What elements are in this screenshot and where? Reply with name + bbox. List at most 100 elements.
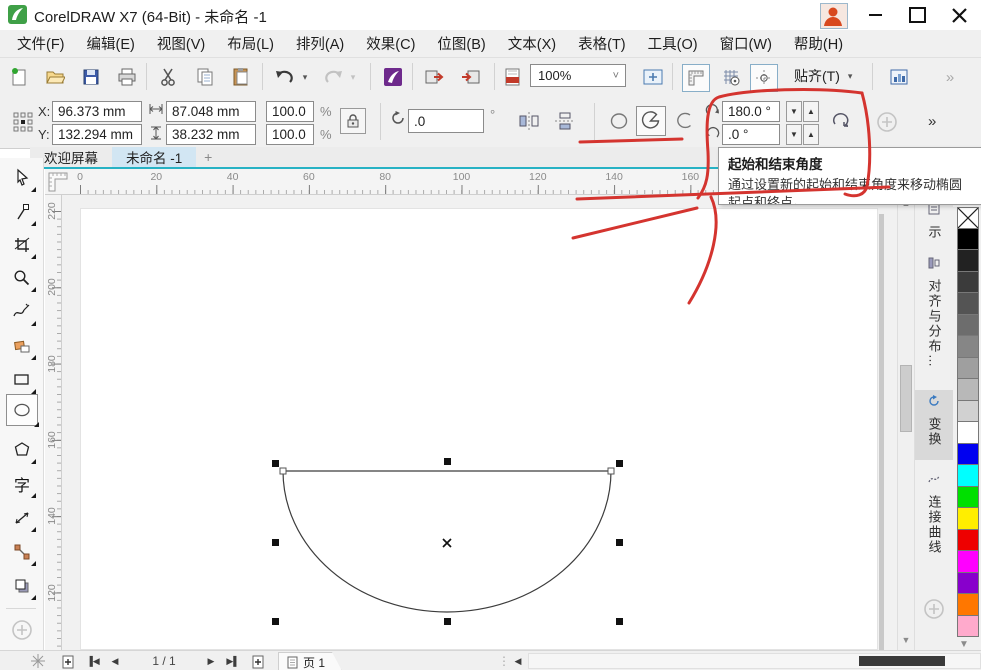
menu-item-12[interactable]: 帮助(H) bbox=[783, 30, 854, 57]
rotation-angle-input[interactable]: .0 bbox=[408, 109, 484, 133]
smart-fill-tool[interactable] bbox=[10, 334, 34, 358]
pie-mode-button[interactable] bbox=[636, 106, 666, 136]
end-angle-input[interactable]: .0 ° bbox=[722, 124, 780, 145]
color-swatch[interactable] bbox=[957, 444, 979, 466]
publish-pdf-button[interactable] bbox=[500, 64, 526, 90]
shape-node[interactable] bbox=[608, 468, 614, 474]
account-icon[interactable] bbox=[820, 3, 848, 29]
fit-page-button[interactable] bbox=[640, 64, 666, 90]
crop-tool[interactable] bbox=[10, 233, 34, 257]
snap-to-dropdown[interactable]: 贴齐(T) ▾ bbox=[788, 64, 858, 88]
horizontal-scrollbar[interactable] bbox=[528, 653, 981, 669]
menu-item-9[interactable]: 表格(T) bbox=[567, 30, 637, 57]
redo-dropdown[interactable]: ▾ bbox=[346, 64, 360, 90]
color-swatch[interactable] bbox=[957, 594, 979, 616]
menu-item-5[interactable]: 排列(A) bbox=[285, 30, 355, 57]
undo-dropdown[interactable]: ▾ bbox=[298, 64, 312, 90]
change-direction-button[interactable] bbox=[828, 108, 854, 134]
color-swatch[interactable] bbox=[957, 315, 979, 337]
open-button[interactable] bbox=[42, 64, 68, 90]
y-position-input[interactable]: 132.294 mm bbox=[52, 124, 142, 145]
menu-item-10[interactable]: 工具(O) bbox=[637, 30, 709, 57]
document-tab-2[interactable]: 未命名 -1 bbox=[112, 147, 196, 167]
options-button[interactable] bbox=[886, 64, 912, 90]
toolbar-overflow-button[interactable]: » bbox=[936, 64, 962, 90]
palette-expand-icon[interactable]: ▼ bbox=[959, 639, 969, 650]
color-swatch[interactable] bbox=[957, 465, 979, 487]
zoom-tool[interactable] bbox=[10, 266, 34, 290]
color-swatch[interactable] bbox=[957, 573, 979, 595]
color-swatch[interactable] bbox=[957, 422, 979, 444]
text-tool[interactable]: 字 bbox=[10, 472, 34, 496]
scale-h-input[interactable]: 100.0 bbox=[266, 101, 314, 122]
cut-button[interactable] bbox=[156, 64, 182, 90]
add-docker-button[interactable] bbox=[923, 598, 945, 620]
add-page-after-button[interactable] bbox=[248, 652, 268, 670]
docker-tab-4[interactable]: 连接曲线 bbox=[915, 468, 953, 576]
color-swatch[interactable] bbox=[957, 487, 979, 509]
minimize-button[interactable] bbox=[855, 0, 895, 30]
dimension-tool[interactable] bbox=[10, 506, 34, 530]
vertical-ruler[interactable]: 220200180160140120 bbox=[45, 195, 62, 650]
menu-item-4[interactable]: 布局(L) bbox=[216, 30, 285, 57]
menu-item-6[interactable]: 效果(C) bbox=[355, 30, 426, 57]
color-swatch[interactable] bbox=[957, 272, 979, 294]
drop-shadow-tool[interactable] bbox=[10, 574, 34, 598]
docker-tab-2[interactable]: 对齐与分布… bbox=[915, 252, 953, 382]
shape-node[interactable] bbox=[280, 468, 286, 474]
mirror-horizontal-button[interactable] bbox=[516, 108, 542, 134]
polygon-tool[interactable] bbox=[10, 438, 34, 462]
scroll-left-button[interactable]: ◀ bbox=[510, 652, 526, 670]
first-page-button[interactable]: ▐◀ bbox=[84, 652, 102, 670]
start-angle-input[interactable]: 180.0 ° bbox=[722, 101, 780, 122]
connector-tool[interactable] bbox=[10, 540, 34, 564]
color-swatch-none[interactable] bbox=[957, 207, 979, 229]
end-angle-spin-up[interactable]: ▲ bbox=[803, 124, 819, 145]
undo-button[interactable] bbox=[270, 64, 300, 90]
add-property-button[interactable] bbox=[874, 109, 900, 135]
end-angle-spin-down[interactable]: ▼ bbox=[786, 124, 802, 145]
paste-button[interactable] bbox=[228, 64, 254, 90]
scale-v-input[interactable]: 100.0 bbox=[266, 124, 314, 145]
copy-button[interactable] bbox=[192, 64, 218, 90]
redo-button[interactable] bbox=[318, 64, 348, 90]
object-height-input[interactable]: 38.232 mm bbox=[166, 124, 256, 145]
export-button[interactable] bbox=[458, 64, 484, 90]
color-swatch[interactable] bbox=[957, 401, 979, 423]
add-tool-button[interactable] bbox=[10, 618, 34, 642]
lock-ratio-button[interactable] bbox=[340, 108, 366, 134]
color-swatch[interactable] bbox=[957, 508, 979, 530]
drawing-canvas[interactable] bbox=[62, 195, 897, 650]
horizontal-scroll-thumb[interactable] bbox=[859, 656, 945, 666]
menu-item-1[interactable]: 文件(F) bbox=[6, 30, 76, 57]
last-page-button[interactable]: ▶▌ bbox=[224, 652, 242, 670]
save-button[interactable] bbox=[78, 64, 104, 90]
propbar-overflow-button[interactable]: » bbox=[928, 113, 934, 130]
vertical-scrollbar[interactable]: ▲ ▼ bbox=[897, 195, 914, 650]
object-width-input[interactable]: 87.048 mm bbox=[166, 101, 256, 122]
show-guidelines-button[interactable] bbox=[750, 64, 778, 92]
color-swatch[interactable] bbox=[957, 530, 979, 552]
maximize-button[interactable] bbox=[897, 0, 937, 30]
add-page-before-button[interactable] bbox=[58, 652, 78, 670]
show-rulers-button[interactable] bbox=[682, 64, 710, 92]
color-swatch[interactable] bbox=[957, 229, 979, 251]
scroll-down-icon[interactable]: ▼ bbox=[898, 635, 914, 645]
color-swatch[interactable] bbox=[957, 250, 979, 272]
ellipse-tool[interactable] bbox=[6, 394, 38, 426]
menu-item-3[interactable]: 视图(V) bbox=[146, 30, 216, 57]
color-swatch[interactable] bbox=[957, 293, 979, 315]
freehand-tool[interactable] bbox=[10, 300, 34, 324]
menu-item-11[interactable]: 窗口(W) bbox=[709, 30, 783, 57]
ellipse-mode-button[interactable] bbox=[606, 108, 632, 134]
start-angle-spin-down[interactable]: ▼ bbox=[786, 101, 802, 122]
mirror-vertical-button[interactable] bbox=[552, 108, 578, 134]
arc-mode-button[interactable] bbox=[672, 108, 698, 134]
color-swatch[interactable] bbox=[957, 358, 979, 380]
menu-item-8[interactable]: 文本(X) bbox=[497, 30, 567, 57]
import-button[interactable] bbox=[422, 64, 448, 90]
app-launcher-button[interactable] bbox=[380, 64, 406, 90]
vertical-scroll-thumb[interactable] bbox=[900, 365, 912, 432]
color-swatch[interactable] bbox=[957, 336, 979, 358]
ruler-origin-icon[interactable] bbox=[45, 169, 75, 195]
